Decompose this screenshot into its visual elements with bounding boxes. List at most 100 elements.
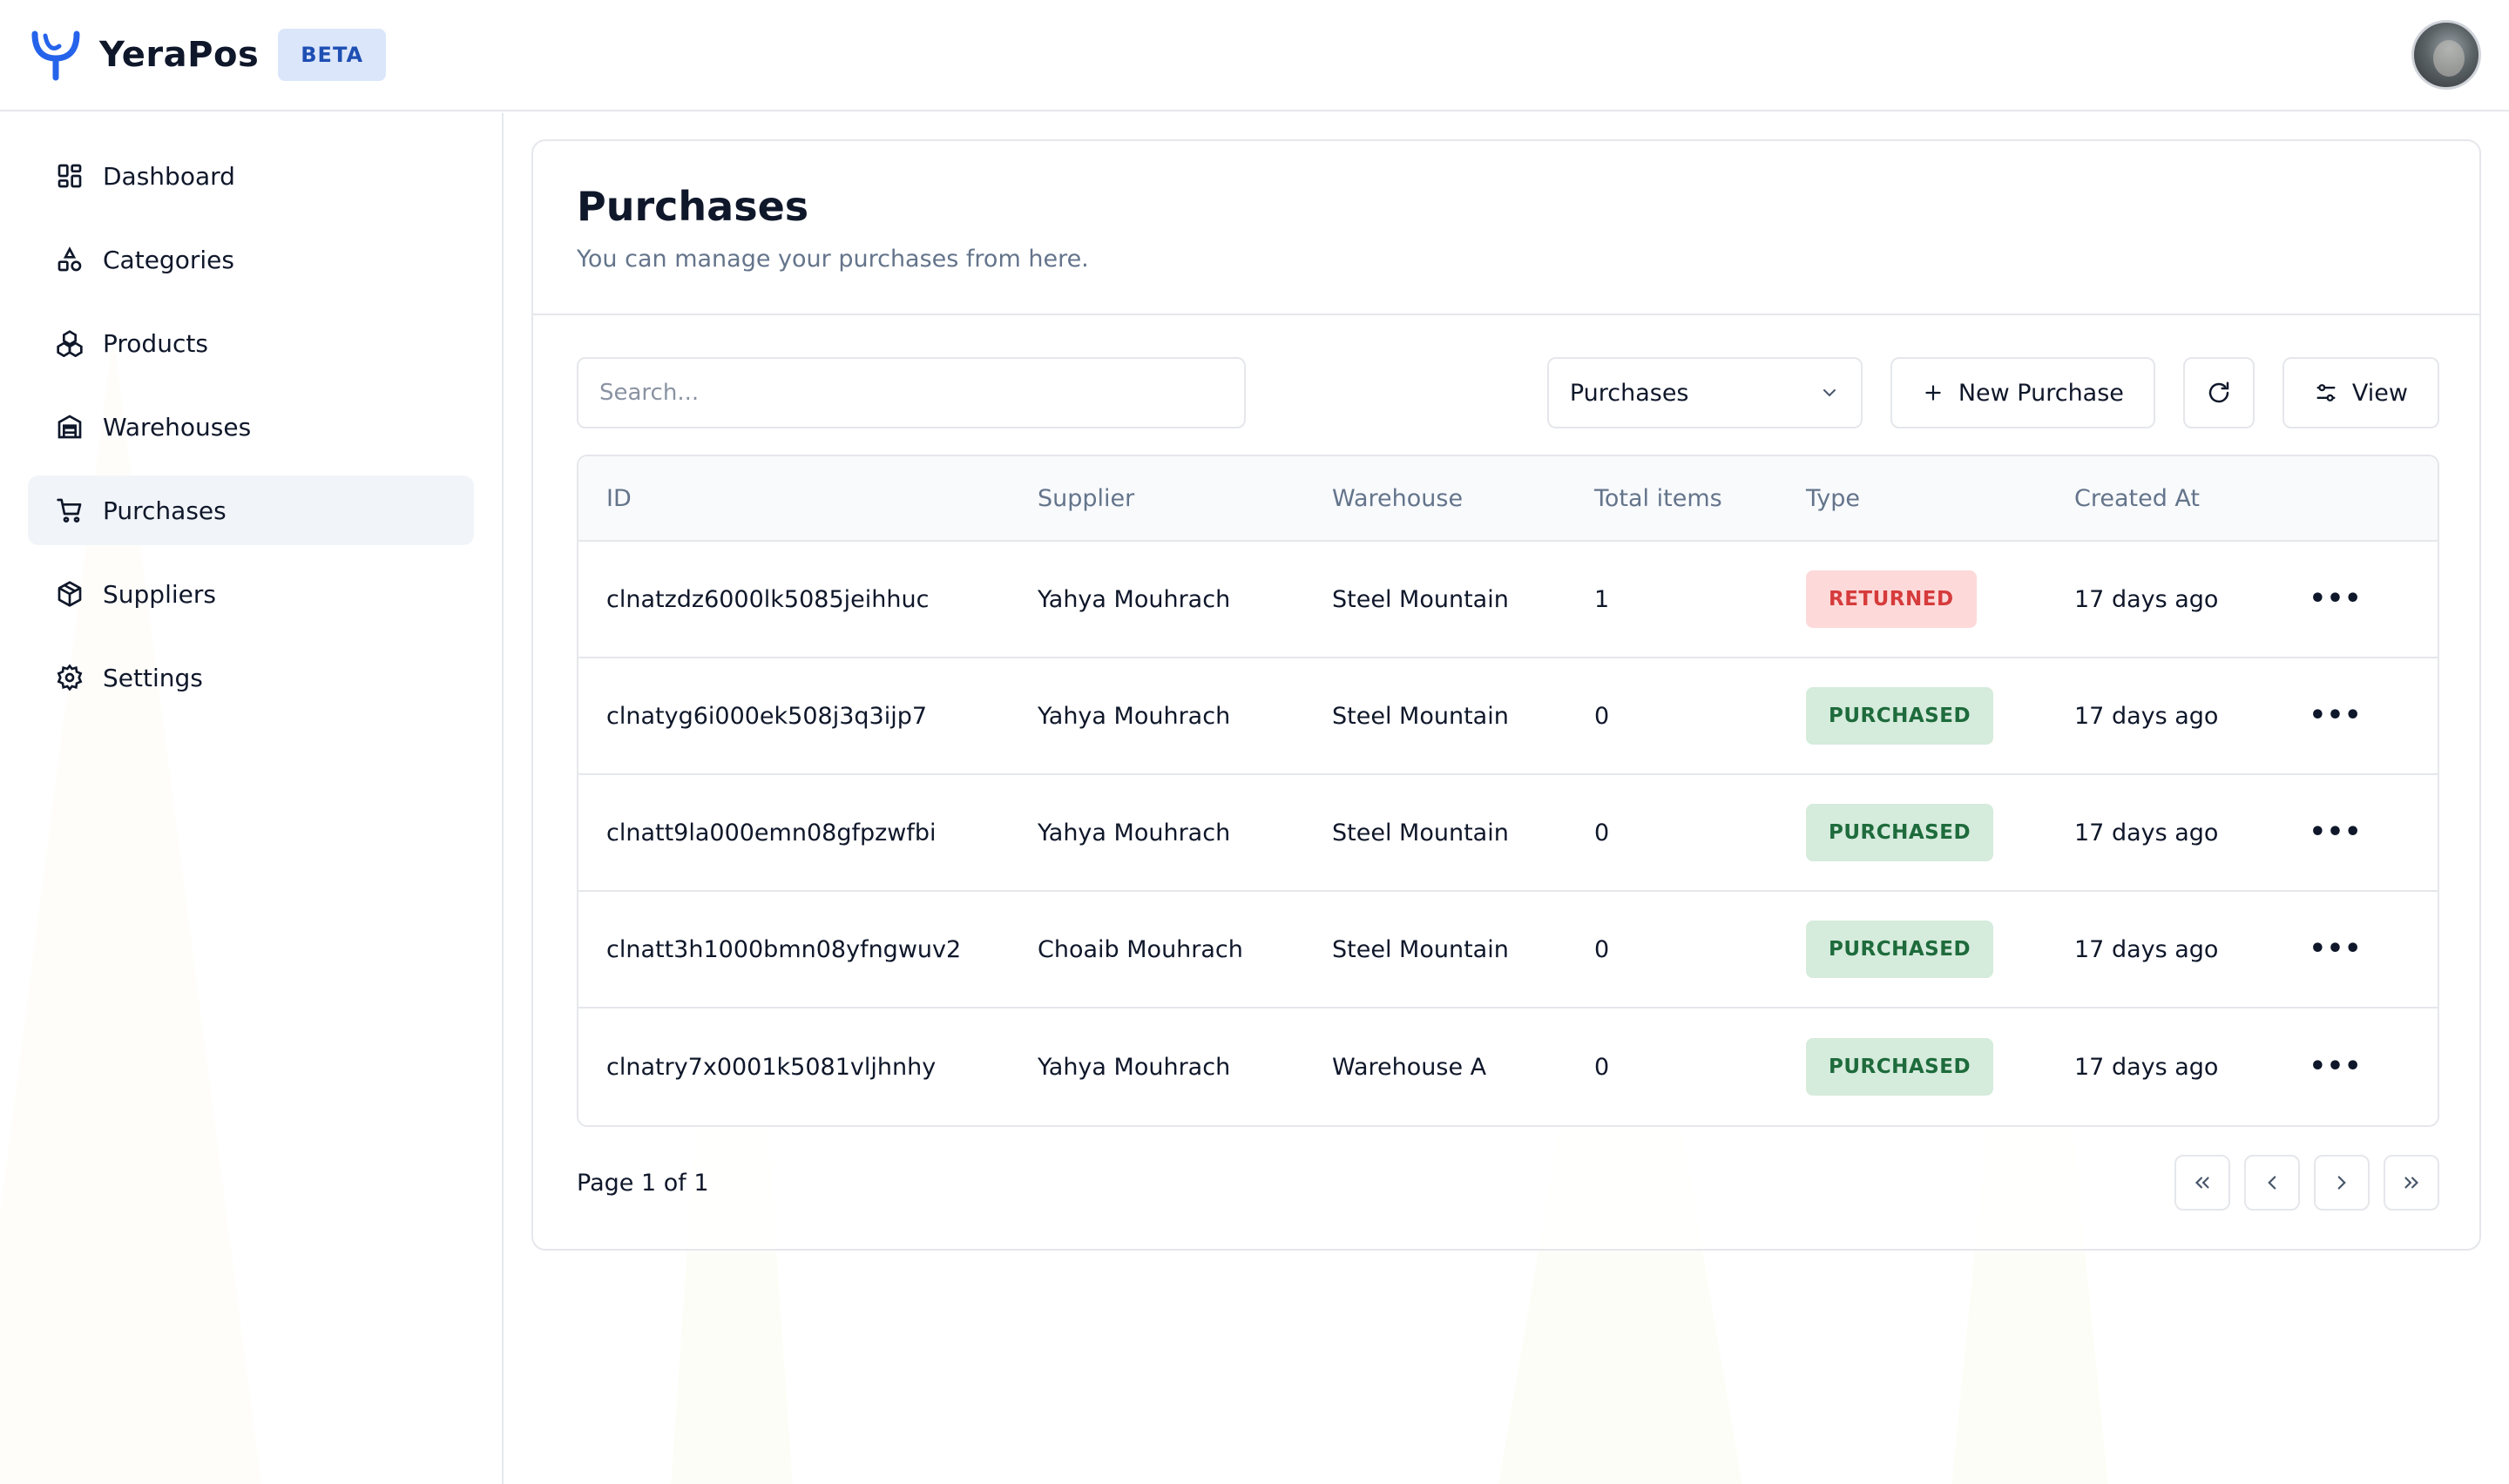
cell-id: clnatyg6i000ek508j3q3ijp7 — [606, 702, 928, 730]
column-header-created-at[interactable]: Created At — [2074, 485, 2305, 512]
sidebar-item-label: Suppliers — [103, 579, 216, 609]
cell-supplier: Yahya Mouhrach — [1038, 702, 1231, 730]
cell-supplier: Yahya Mouhrach — [1038, 585, 1231, 613]
table-row[interactable]: clnatt9la000emn08gfpzwfbi Yahya Mouhrach… — [578, 775, 2438, 892]
chevron-down-icon — [1823, 389, 1836, 397]
sidebar-item-label: Products — [103, 328, 208, 358]
status-badge: PURCHASED — [1806, 921, 1994, 978]
row-actions-button[interactable]: ••• — [2305, 820, 2366, 846]
toolbar-actions: Purchases New Purchase View — [1546, 357, 2439, 428]
row-actions-button[interactable]: ••• — [2305, 586, 2366, 612]
categories-icon — [56, 246, 84, 273]
chevrons-left-icon — [2195, 1177, 2209, 1189]
table-row[interactable]: clnatry7x0001k5081vljhnhy Yahya Mouhrach… — [578, 1008, 2438, 1125]
products-icon — [56, 329, 84, 357]
gear-icon — [56, 664, 84, 691]
cell-total-items: 0 — [1594, 819, 1610, 847]
beta-badge: BETA — [278, 29, 387, 81]
cell-warehouse: Warehouse A — [1332, 1053, 1487, 1081]
first-page-button[interactable] — [2174, 1155, 2230, 1211]
dashboard-icon — [56, 162, 84, 190]
cell-warehouse: Steel Mountain — [1332, 935, 1509, 963]
sidebar-item-label: Settings — [103, 663, 203, 692]
sidebar-item-warehouses[interactable]: Warehouses — [28, 392, 474, 462]
row-actions-button[interactable]: ••• — [2305, 703, 2366, 729]
status-badge: PURCHASED — [1806, 687, 1994, 745]
cell-total-items: 1 — [1594, 585, 1610, 613]
chevron-right-icon — [2337, 1176, 2346, 1190]
previous-page-button[interactable] — [2244, 1155, 2300, 1211]
type-filter-select[interactable]: Purchases — [1546, 357, 1863, 428]
status-badge: PURCHASED — [1806, 1038, 1994, 1096]
cell-created-at: 17 days ago — [2074, 702, 2219, 730]
cell-id: clnatt3h1000bmn08yfngwuv2 — [606, 935, 962, 963]
more-horizontal-icon: ••• — [2309, 934, 2363, 964]
cell-created-at: 17 days ago — [2074, 935, 2219, 963]
sidebar-item-dashboard[interactable]: Dashboard — [28, 141, 474, 211]
package-icon — [56, 580, 84, 608]
row-actions-button[interactable]: ••• — [2305, 936, 2366, 962]
column-header-id[interactable]: ID — [578, 485, 1038, 512]
status-badge: RETURNED — [1806, 570, 1977, 628]
table-row[interactable]: clnatt3h1000bmn08yfngwuv2 Choaib Mouhrac… — [578, 892, 2438, 1008]
sidebar-item-label: Categories — [103, 245, 234, 274]
sidebar-item-purchases[interactable]: Purchases — [28, 476, 474, 545]
column-header-warehouse[interactable]: Warehouse — [1332, 485, 1594, 512]
sliders-icon — [2316, 384, 2336, 401]
type-filter-value: Purchases — [1569, 379, 1689, 407]
top-header: YeraPos BETA — [0, 0, 2509, 111]
last-page-button[interactable] — [2384, 1155, 2439, 1211]
purchases-card: Purchases You can manage your purchases … — [531, 139, 2481, 1251]
column-header-supplier[interactable]: Supplier — [1038, 485, 1332, 512]
plus-icon — [1925, 385, 1941, 401]
refresh-icon — [2208, 381, 2229, 403]
cell-supplier: Choaib Mouhrach — [1038, 935, 1243, 963]
user-avatar[interactable] — [2411, 20, 2481, 90]
new-purchase-button[interactable]: New Purchase — [1890, 357, 2155, 428]
warehouse-icon — [56, 413, 84, 441]
sidebar-item-products[interactable]: Products — [28, 308, 474, 378]
more-horizontal-icon: ••• — [2309, 700, 2363, 731]
cell-supplier: Yahya Mouhrach — [1038, 1053, 1231, 1081]
view-options-label: View — [2351, 379, 2408, 407]
cell-total-items: 0 — [1594, 935, 1610, 963]
sidebar-item-label: Warehouses — [103, 412, 252, 442]
more-horizontal-icon: ••• — [2309, 817, 2363, 847]
card-header: Purchases You can manage your purchases … — [533, 141, 2479, 315]
more-horizontal-icon: ••• — [2309, 583, 2363, 614]
sidebar-item-label: Purchases — [103, 496, 227, 525]
table-toolbar: Purchases New Purchase View — [577, 357, 2439, 428]
cell-created-at: 17 days ago — [2074, 1053, 2219, 1081]
cell-warehouse: Steel Mountain — [1332, 702, 1509, 730]
cell-id: clnatry7x0001k5081vljhnhy — [606, 1053, 937, 1081]
cell-warehouse: Steel Mountain — [1332, 585, 1509, 613]
cell-created-at: 17 days ago — [2074, 585, 2219, 613]
table-row[interactable]: clnatzdz6000lk5085jeihhuc Yahya Mouhrach… — [578, 542, 2438, 658]
app-root: YeraPos BETA Dashboard Categories Produc… — [0, 0, 2509, 1484]
cell-id: clnatzdz6000lk5085jeihhuc — [606, 585, 930, 613]
chevrons-right-icon — [2404, 1177, 2419, 1189]
cell-supplier: Yahya Mouhrach — [1038, 819, 1231, 847]
column-header-total-items[interactable]: Total items — [1594, 485, 1806, 512]
search-input[interactable] — [577, 357, 1246, 428]
sidebar-item-suppliers[interactable]: Suppliers — [28, 559, 474, 629]
cart-icon — [56, 496, 84, 524]
status-badge: PURCHASED — [1806, 804, 1994, 861]
yerapos-logo-icon — [31, 30, 80, 81]
column-header-type[interactable]: Type — [1806, 485, 2074, 512]
page-title: Purchases — [577, 183, 809, 230]
cell-created-at: 17 days ago — [2074, 819, 2219, 847]
view-options-button[interactable]: View — [2282, 357, 2439, 428]
sidebar-item-label: Dashboard — [103, 161, 235, 191]
cell-total-items: 0 — [1594, 1053, 1610, 1081]
next-page-button[interactable] — [2314, 1155, 2370, 1211]
row-actions-button[interactable]: ••• — [2305, 1054, 2366, 1080]
cell-total-items: 0 — [1594, 702, 1610, 730]
sidebar-item-settings[interactable]: Settings — [28, 643, 474, 712]
table-row[interactable]: clnatyg6i000ek508j3q3ijp7 Yahya Mouhrach… — [578, 658, 2438, 775]
refresh-button[interactable] — [2182, 357, 2255, 428]
pagination-bar: Page 1 of 1 — [577, 1155, 2439, 1211]
sidebar-item-categories[interactable]: Categories — [28, 225, 474, 294]
table-header: ID Supplier Warehouse Total items Type C… — [578, 456, 2438, 542]
brand[interactable]: YeraPos BETA — [28, 27, 387, 83]
